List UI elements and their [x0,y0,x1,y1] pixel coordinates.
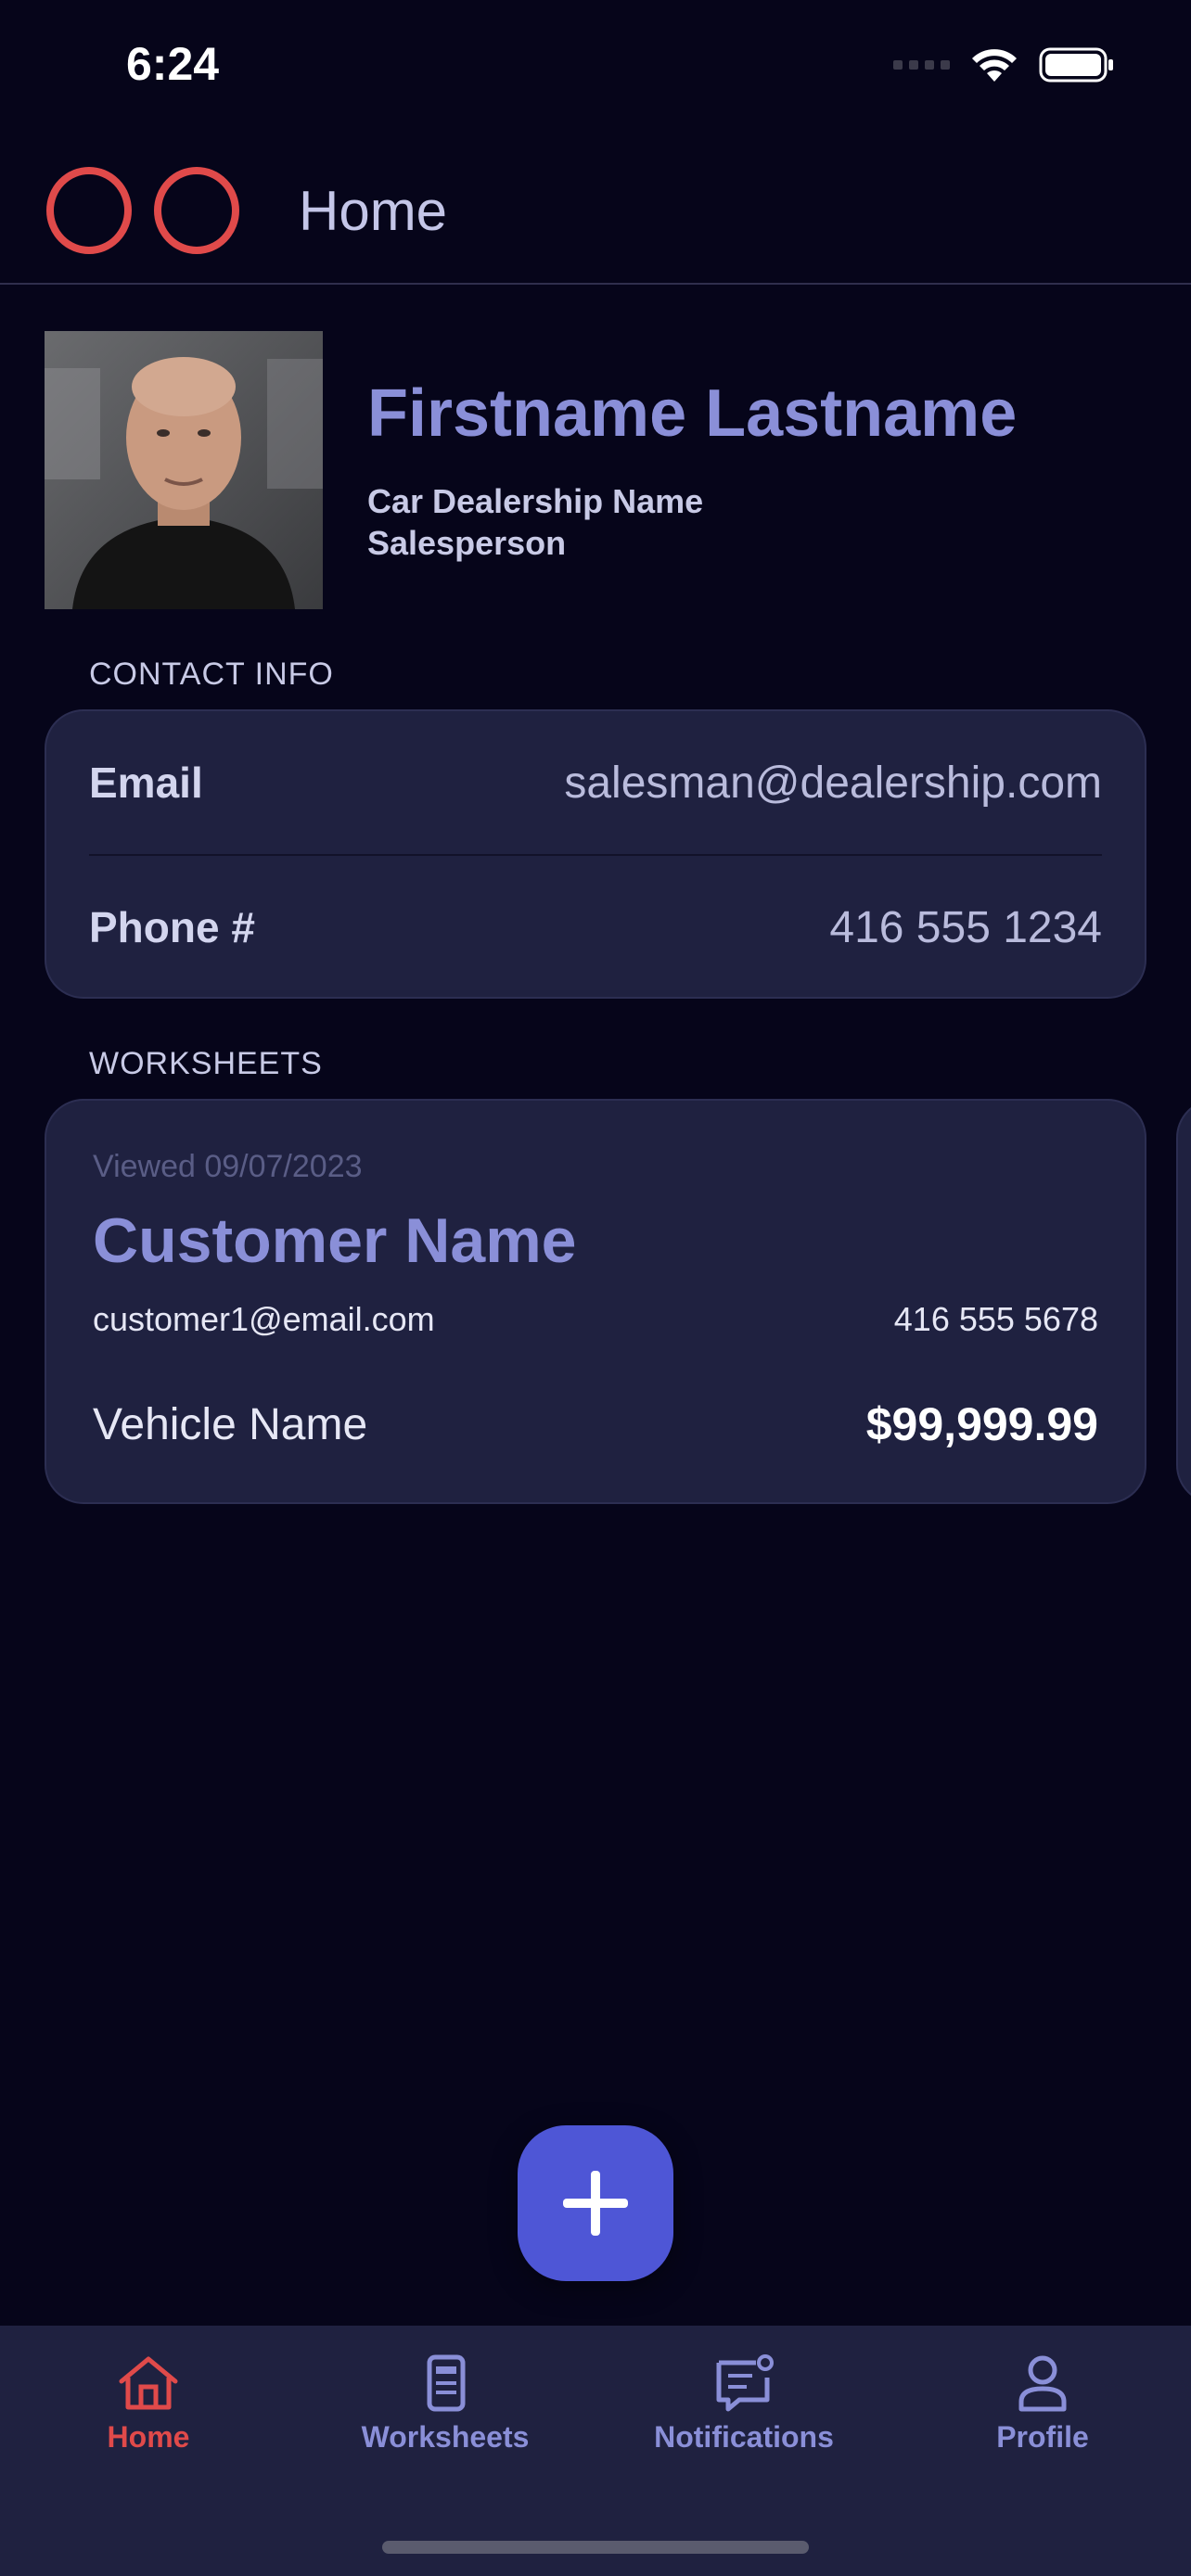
nav-label-home: Home [107,2420,190,2454]
avatar [45,331,323,609]
header-divider [0,283,1191,285]
wifi-icon [972,49,1017,82]
home-indicator[interactable] [382,2541,809,2554]
worksheet-card-next[interactable] [1176,1099,1191,1504]
email-value[interactable]: salesman@dealership.com [564,758,1102,809]
nav-item-worksheets[interactable]: Worksheets [297,2353,594,2455]
worksheet-customer-phone: 416 555 5678 [893,1300,1098,1338]
notification-icon [716,2354,774,2412]
worksheet-vehicle-name: Vehicle Name [93,1400,368,1449]
nav-item-home[interactable]: Home [0,2353,297,2455]
phone-value[interactable]: 416 555 1234 [829,902,1102,953]
worksheet-price: $99,999.99 [865,1398,1098,1450]
nav-label-notifications: Notifications [654,2420,834,2454]
email-row[interactable]: Email salesman@dealership.com [89,746,1102,820]
contact-divider [89,854,1102,856]
worksheet-customer-name: Customer Name [93,1205,577,1276]
add-worksheet-button[interactable] [518,2125,673,2281]
dealership-name: Car Dealership Name [367,482,704,520]
worksheets-heading: WORKSHEETS [89,1046,323,1081]
worksheet-card[interactable]: Viewed 09/07/2023 Customer Name customer… [45,1099,1146,1504]
plus-icon [563,2171,628,2236]
page-title: Home [299,180,448,242]
nav-item-profile[interactable]: Profile [894,2353,1191,2455]
home-screen: 6:24 Home Firstname Lastname Car Dealers… [0,0,1191,2576]
phone-label: Phone # [89,903,255,951]
home-icon [119,2356,178,2410]
brand-logo [46,167,239,254]
status-time: 6:24 [126,38,220,90]
nav-item-notifications[interactable]: Notifications [596,2353,892,2455]
document-icon [427,2354,466,2412]
nav-label-profile: Profile [996,2420,1089,2454]
app-header: Home [0,144,1191,283]
email-label: Email [89,759,203,807]
bottom-nav: Home Worksheets Notifications Profile [0,2326,1191,2576]
contact-info-heading: CONTACT INFO [89,657,334,692]
worksheet-customer-email: customer1@email.com [93,1300,435,1338]
battery-icon [1039,47,1113,83]
status-icons [893,46,1115,83]
person-icon [1018,2355,1067,2412]
nav-label-worksheets: Worksheets [361,2420,530,2454]
contact-card: Email salesman@dealership.com Phone # 41… [45,709,1146,999]
profile-name: Firstname Lastname [367,376,1018,451]
phone-row[interactable]: Phone # 416 555 1234 [89,890,1102,964]
cellular-signal-icon [893,60,950,70]
worksheet-viewed-date: Viewed 09/07/2023 [93,1149,363,1184]
profile-role: Salesperson [367,524,567,562]
